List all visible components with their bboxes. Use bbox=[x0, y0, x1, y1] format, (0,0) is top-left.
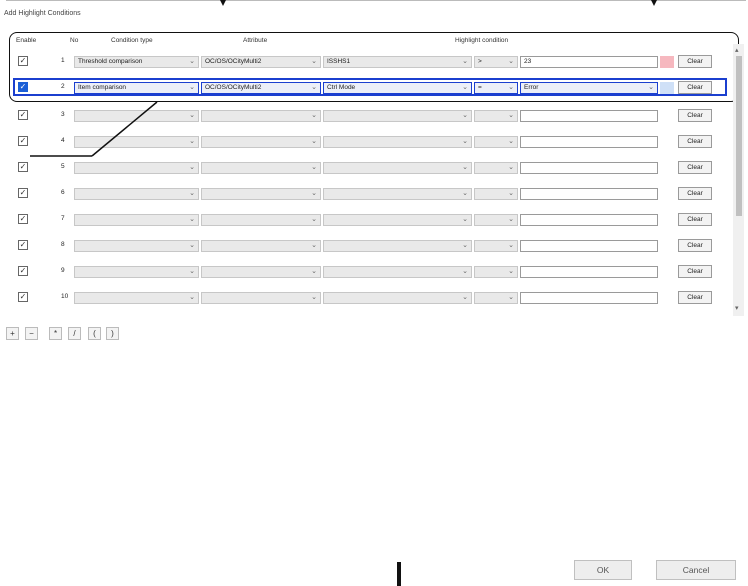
callout-pointer bbox=[30, 101, 158, 157]
cancel-button[interactable]: Cancel bbox=[656, 560, 736, 580]
open-paren-button[interactable]: ( bbox=[88, 327, 101, 340]
add-condition-button[interactable]: + bbox=[6, 327, 19, 340]
and-operator-button[interactable]: * bbox=[49, 327, 62, 340]
scroll-down-icon[interactable]: ▾ bbox=[735, 304, 739, 312]
scroll-up-icon[interactable]: ▴ bbox=[735, 46, 739, 54]
ok-button[interactable]: OK bbox=[574, 560, 632, 580]
close-paren-button[interactable]: ) bbox=[106, 327, 119, 340]
scrollbar-thumb[interactable] bbox=[736, 56, 742, 216]
or-operator-button[interactable]: / bbox=[68, 327, 81, 340]
remove-condition-button[interactable]: − bbox=[25, 327, 38, 340]
callout-marker bbox=[397, 562, 401, 586]
